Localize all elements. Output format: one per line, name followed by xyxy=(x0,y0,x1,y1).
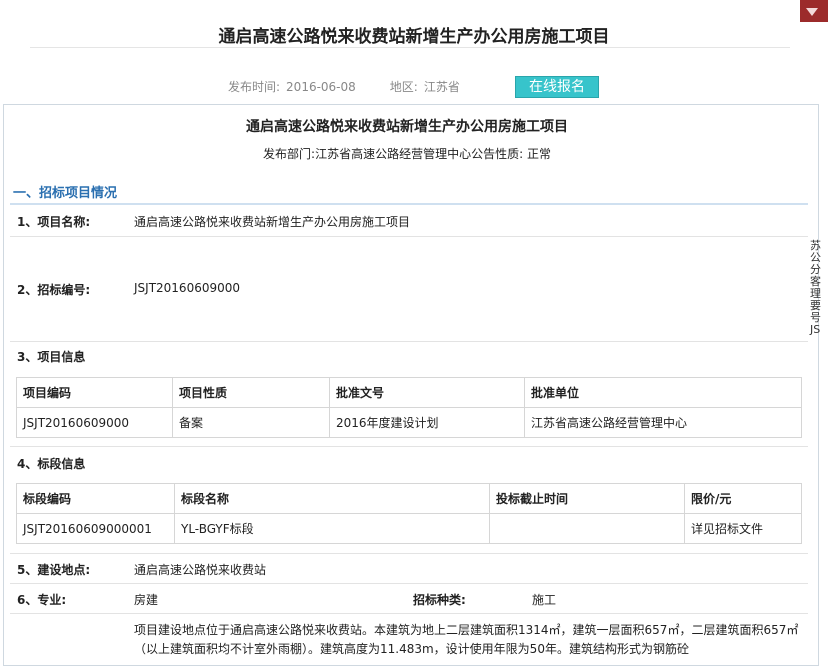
table-cell: 江苏省高速公路经营管理中心 xyxy=(524,407,802,438)
row-divider xyxy=(10,341,808,342)
column-header: 标段名称 xyxy=(174,483,490,514)
project-info-table: 项目编码 项目性质 批准文号 批准单位 JSJT20160609000 备案 2… xyxy=(16,377,802,438)
table-header-row: 标段编码 标段名称 投标截止时间 限价/元 xyxy=(16,483,802,514)
project-name-value: 通启高速公路悦来收费站新增生产办公用房施工项目 xyxy=(134,215,411,229)
table-cell: 2016年度建设计划 xyxy=(329,407,525,438)
table-cell xyxy=(489,513,685,544)
column-header: 项目编码 xyxy=(16,377,173,408)
location-value: 通启高速公路悦来收费站 xyxy=(134,563,267,577)
online-signup-button[interactable]: 在线报名 xyxy=(515,76,599,98)
section-heading: 一、招标项目情况 xyxy=(13,186,118,201)
date-label: 发布时间: xyxy=(228,80,281,94)
row-divider xyxy=(10,553,808,554)
table-cell: JSJT20160609000 xyxy=(16,407,173,438)
table-cell: 详见招标文件 xyxy=(684,513,802,544)
table-row: JSJT20160609000 备案 2016年度建设计划 江苏省高速公路经营管… xyxy=(16,407,802,438)
title-divider xyxy=(30,47,790,48)
card-title: 通启高速公路悦来收费站新增生产办公用房施工项目 xyxy=(246,119,568,135)
table-header-row: 项目编码 项目性质 批准文号 批准单位 xyxy=(16,377,802,408)
row-divider xyxy=(10,583,808,584)
bid-number-value: JSJT20160609000 xyxy=(134,281,241,295)
row-divider xyxy=(10,446,808,447)
column-header: 批准单位 xyxy=(524,377,802,408)
project-info-label: 3、项目信息 xyxy=(17,350,86,364)
project-description: 项目建设地点位于通启高速公路悦来收费站。本建筑为地上二层建筑面积1314㎡，建筑… xyxy=(134,623,799,656)
row-divider xyxy=(10,613,808,614)
table-cell: JSJT20160609000001 xyxy=(16,513,175,544)
meta-bar: 发布时间: 2016-06-08 地区: 江苏省 xyxy=(228,78,466,95)
column-header: 投标截止时间 xyxy=(489,483,685,514)
section-info-label: 4、标段信息 xyxy=(17,457,86,471)
bid-type-value: 施工 xyxy=(532,593,557,607)
side-scroll-text: 苏公分客理要号JS xyxy=(810,239,821,336)
column-header: 项目性质 xyxy=(172,377,330,408)
specialty-value: 房建 xyxy=(134,593,159,607)
card-subtitle: 发布部门:江苏省高速公路经营管理中心公告性质: 正常 xyxy=(263,147,551,161)
date-value: 2016-06-08 xyxy=(286,79,356,94)
caret-down-icon[interactable] xyxy=(806,8,818,16)
table-row: JSJT20160609000001 YL-BGYF标段 详见招标文件 xyxy=(16,513,802,544)
column-header: 限价/元 xyxy=(684,483,802,514)
section-info-table: 标段编码 标段名称 投标截止时间 限价/元 JSJT20160609000001… xyxy=(16,483,802,544)
project-name-label: 1、项目名称: xyxy=(17,215,91,229)
table-cell: 备案 xyxy=(172,407,330,438)
page-title: 通启高速公路悦来收费站新增生产办公用房施工项目 xyxy=(218,27,610,47)
table-cell: YL-BGYF标段 xyxy=(174,513,490,544)
location-label: 5、建设地点: xyxy=(17,563,91,577)
bid-number-label: 2、招标编号: xyxy=(17,283,91,297)
top-banner-white xyxy=(0,0,800,22)
section-divider xyxy=(10,203,808,205)
row-divider xyxy=(10,236,808,237)
bid-type-label: 招标种类: xyxy=(413,593,466,607)
specialty-label: 6、专业: xyxy=(17,593,67,607)
column-header: 标段编码 xyxy=(16,483,175,514)
region-label: 地区: xyxy=(389,80,418,94)
column-header: 批准文号 xyxy=(329,377,525,408)
top-banner xyxy=(0,0,828,22)
region-value: 江苏省 xyxy=(423,80,460,94)
